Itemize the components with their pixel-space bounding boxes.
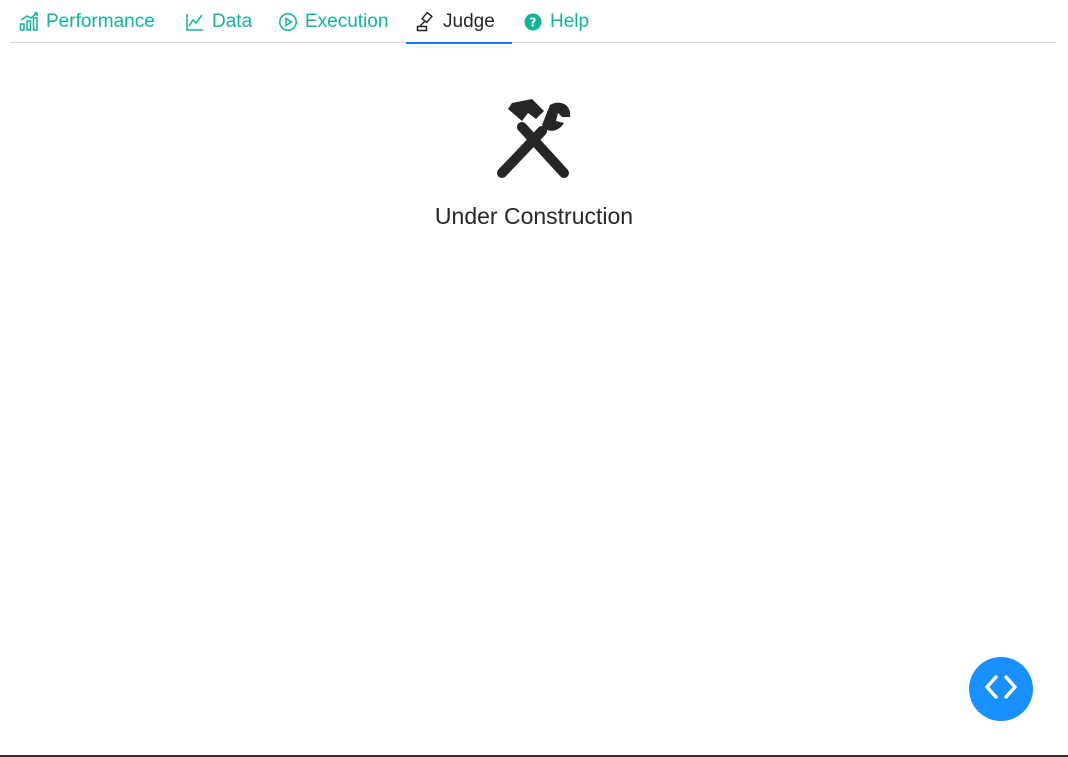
svg-text:?: ?	[530, 15, 537, 29]
tab-data[interactable]: Data	[185, 0, 252, 43]
tab-execution[interactable]: Execution	[278, 0, 388, 43]
tab-label: Judge	[443, 10, 495, 32]
line-chart-icon	[185, 12, 205, 32]
tab-label: Execution	[305, 10, 389, 32]
play-circle-icon	[278, 12, 298, 32]
question-circle-icon: ?	[523, 12, 543, 32]
tab-label: Data	[212, 10, 253, 32]
tools-icon	[492, 95, 576, 179]
tab-judge[interactable]: Judge	[406, 0, 512, 44]
tab-label: Help	[550, 10, 590, 32]
tab-label: Performance	[46, 10, 155, 32]
code-toggle-button[interactable]	[969, 657, 1033, 721]
bar-chart-icon	[19, 11, 39, 32]
tab-performance[interactable]: Performance	[19, 0, 155, 43]
under-construction-panel: Under Construction	[0, 95, 1068, 230]
tab-bar: Performance Data Execution Judge ? Help	[10, 0, 1056, 44]
code-icon	[979, 672, 1023, 707]
tab-help[interactable]: ? Help	[523, 0, 589, 43]
judge-page: Performance Data Execution Judge ? Help …	[0, 0, 1068, 757]
gavel-icon	[416, 11, 436, 32]
under-construction-message: Under Construction	[434, 203, 634, 229]
